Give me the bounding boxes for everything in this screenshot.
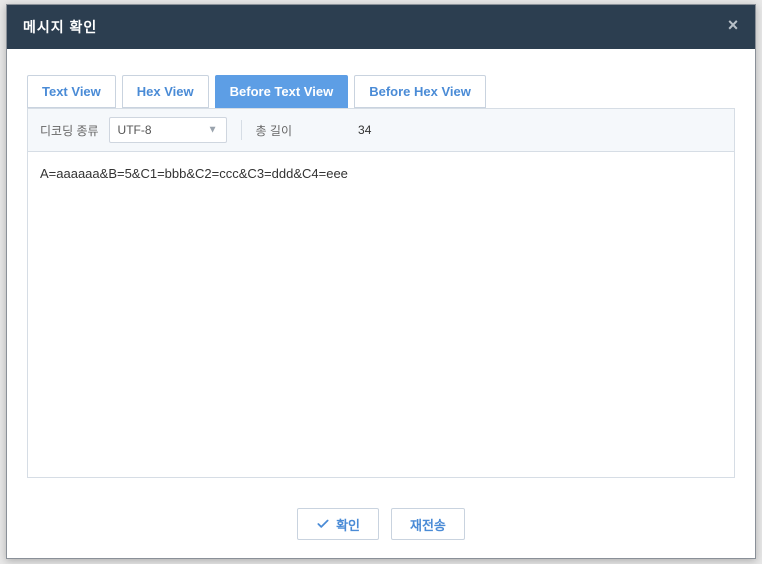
chevron-down-icon: ▼ (208, 125, 218, 136)
dialog-header: 메시지 확인 × (7, 5, 755, 49)
check-icon (316, 517, 330, 531)
dialog-title: 메시지 확인 (23, 17, 97, 37)
decoding-type-select[interactable]: UTF-8 ▼ (109, 117, 227, 143)
close-icon[interactable]: × (719, 11, 747, 39)
message-confirm-dialog: 메시지 확인 × Text View Hex View Before Text … (6, 4, 756, 559)
resend-button[interactable]: 재전송 (391, 508, 465, 540)
decoding-toolbar: 디코딩 종류 UTF-8 ▼ 총 길이 34 (27, 108, 735, 152)
tab-text-view[interactable]: Text View (27, 75, 116, 108)
total-length-value: 34 (358, 123, 371, 137)
message-content[interactable]: A=aaaaaa&B=5&C1=bbb&C2=ccc&C3=ddd&C4=eee (27, 152, 735, 478)
decoding-type-value: UTF-8 (118, 123, 152, 137)
dialog-footer: 확인 재전송 (7, 494, 755, 558)
toolbar-divider (241, 120, 242, 140)
decoding-type-label: 디코딩 종류 (40, 122, 99, 139)
tab-before-hex-view[interactable]: Before Hex View (354, 75, 486, 108)
tab-before-text-view[interactable]: Before Text View (215, 75, 349, 108)
tab-hex-view[interactable]: Hex View (122, 75, 209, 108)
message-text: A=aaaaaa&B=5&C1=bbb&C2=ccc&C3=ddd&C4=eee (40, 166, 348, 181)
total-length-label: 총 길이 (256, 122, 292, 139)
resend-label: 재전송 (410, 515, 446, 534)
confirm-label: 확인 (336, 515, 360, 534)
dialog-body: Text View Hex View Before Text View Befo… (7, 49, 755, 494)
view-tabs: Text View Hex View Before Text View Befo… (27, 75, 735, 108)
confirm-button[interactable]: 확인 (297, 508, 379, 540)
